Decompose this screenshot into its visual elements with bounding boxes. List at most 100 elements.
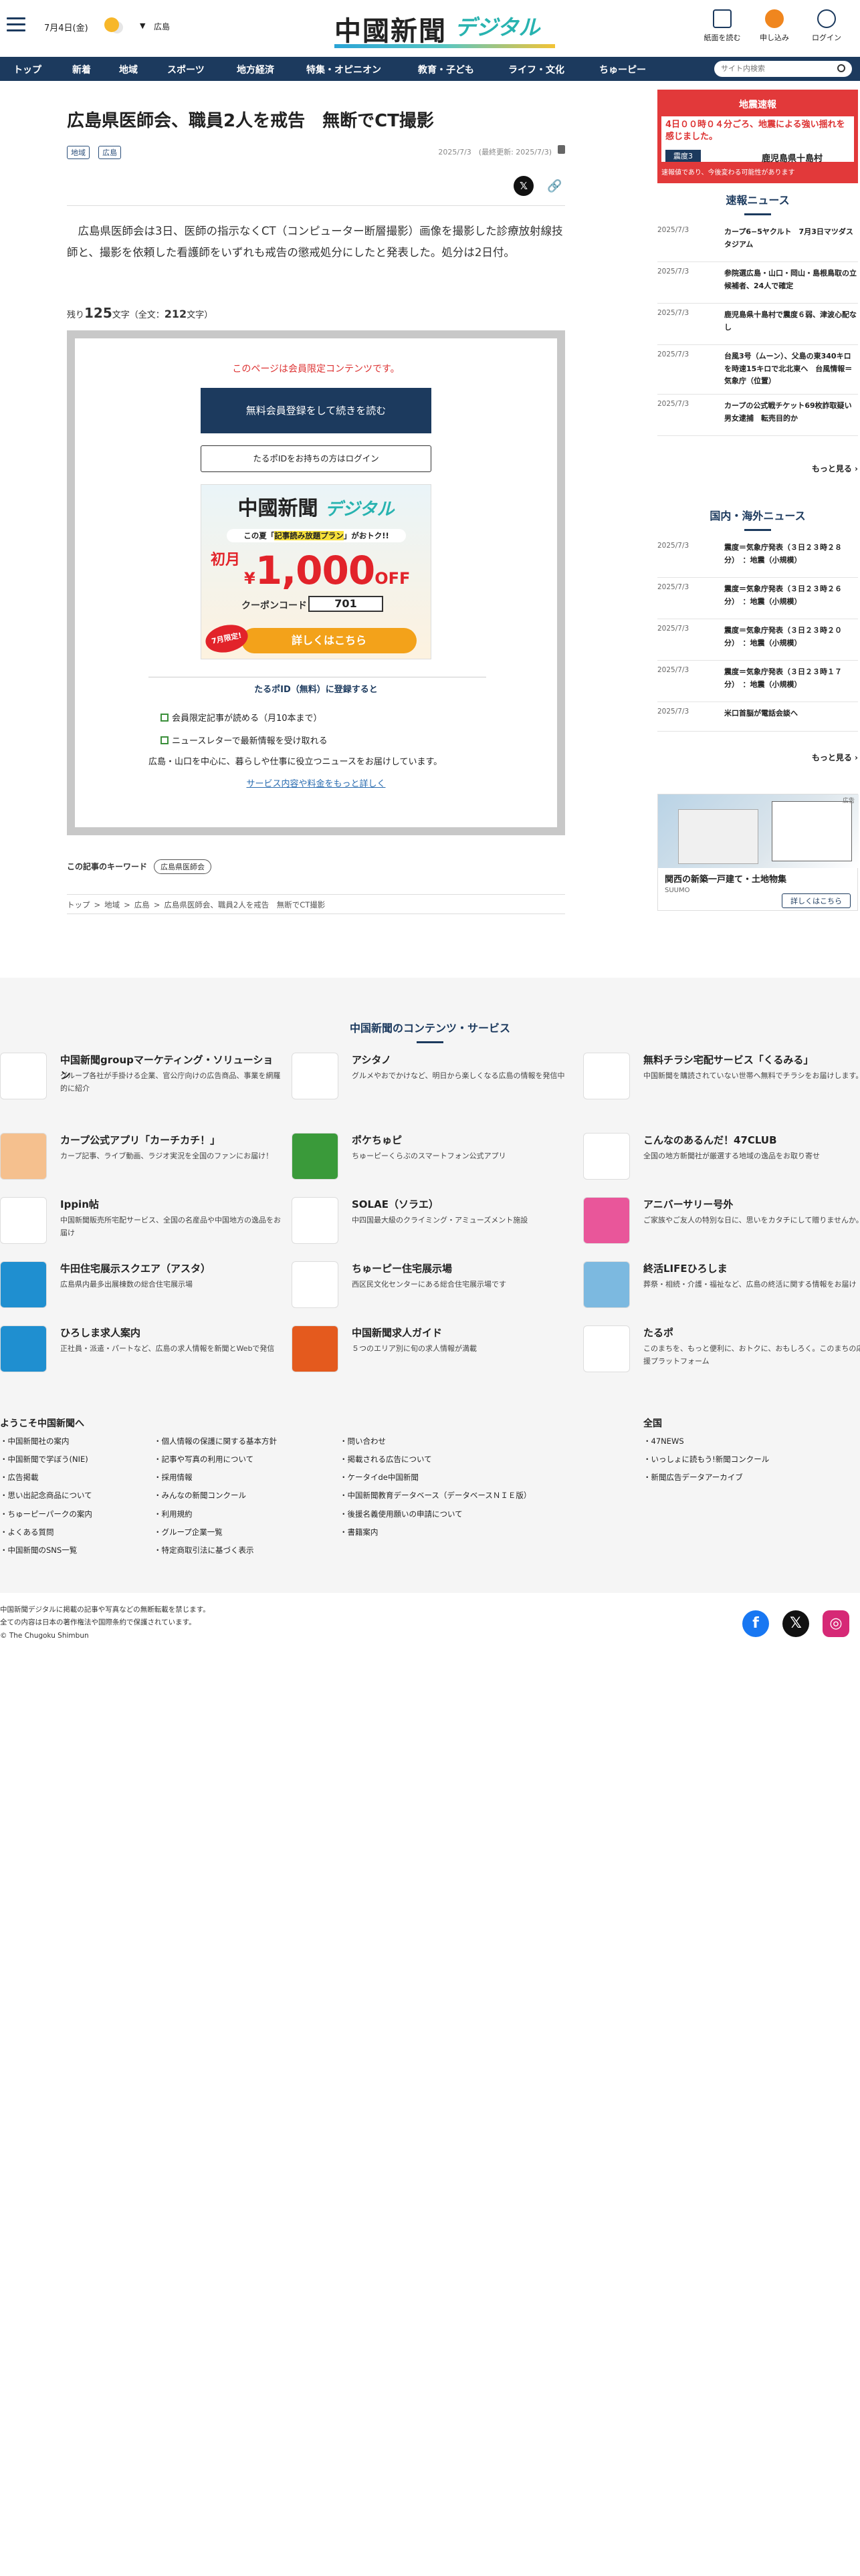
footer-link[interactable]: ・書籍案内: [340, 1523, 531, 1541]
copyright: 中国新聞デジタルに掲載の記事や写真などの無断転載を禁じます。 全ての内容は日本の…: [0, 1604, 210, 1642]
service-card[interactable]: 終活LIFEひろしま 葬祭・相続・介護・福祉など、広島の終活に関する情報をお届け: [583, 1261, 860, 1315]
news-item[interactable]: 2025/7/3 鹿児島県十島村で震度６弱、津波心配なし: [657, 304, 858, 345]
hamburger-menu-icon[interactable]: [7, 17, 25, 32]
service-card[interactable]: ポケちゅピ ちゅーピーくらぶのスマートフォン公式アプリ: [292, 1133, 572, 1186]
sidebar-ad[interactable]: 広告 関西の新築一戸建て・土地物集 SUUMO 詳しくはこちら: [657, 794, 859, 911]
footer-link[interactable]: ・後援名義使用願いの申請について: [340, 1505, 531, 1523]
x-icon[interactable]: 𝕏: [782, 1610, 809, 1637]
news-item[interactable]: 2025/7/3 震度＝気象庁発表（３日２３時２６分） ：地震（小規模）: [657, 578, 858, 619]
service-card[interactable]: 中国新聞求人ガイド ５つのエリア別に旬の求人情報が満載: [292, 1325, 572, 1379]
news-title: カープの公式戦チケット69枚詐取疑い 男女逮捕 転売目的か: [724, 401, 859, 423]
nav-item-opinion[interactable]: 特集・オピニオン: [306, 63, 381, 76]
nav-item-new[interactable]: 新着: [72, 63, 91, 76]
benefit-item: ニュースレターで最新情報を受け取れる: [160, 730, 328, 753]
nav-item-top[interactable]: トップ: [13, 63, 41, 76]
ad-detail-button[interactable]: 詳しくはこちら: [782, 893, 851, 908]
news-item[interactable]: 2025/7/3 米口首脳が電話会談へ: [657, 702, 858, 732]
services-heading: 中国新聞のコンテンツ・サービス: [0, 1019, 860, 1043]
footer-link[interactable]: ・グループ企業一覧: [154, 1523, 277, 1541]
nav-item-sports[interactable]: スポーツ: [167, 63, 205, 76]
footer-link[interactable]: ・掲載される広告について: [340, 1451, 531, 1469]
footer-link[interactable]: ・中国新聞で学ぼう(NIE): [0, 1451, 92, 1469]
taruppo-login-button[interactable]: たるポIDをお持ちの方はログイン: [201, 445, 431, 472]
earthquake-alert[interactable]: 地震速報 4日００時０４分ごろ、地震による強い揺れを感じました。 震度3 鹿児島…: [657, 90, 858, 183]
footer-link[interactable]: ・特定商取引法に基づく表示: [154, 1541, 277, 1560]
footer-link[interactable]: ・思い出記念商品について: [0, 1487, 92, 1505]
world-more-link[interactable]: もっと見る ›: [812, 752, 858, 763]
footer-link[interactable]: ・新聞広告データアーカイブ: [643, 1469, 769, 1487]
register-button[interactable]: 無料会員登録をして続きを読む: [201, 387, 431, 433]
keywords-label: この記事のキーワード: [67, 861, 148, 871]
service-card[interactable]: 牛田住宅展示スクエア（アスタ） 広島県内最多出展棟数の総合住宅展示場: [0, 1261, 281, 1315]
promo-logo-sub: デジタル: [324, 499, 395, 520]
footer-link[interactable]: ・記事や写真の利用について: [154, 1451, 277, 1469]
nav-item-chupy[interactable]: ちゅーピー: [599, 63, 646, 76]
footer-link[interactable]: ・広告掲載: [0, 1469, 92, 1487]
footer-link[interactable]: ・利用規約: [154, 1505, 277, 1523]
footer-link[interactable]: ・問い合わせ: [340, 1432, 531, 1451]
service-card[interactable]: 中国新聞groupマーケティング・ソリューション グループ各社が手掛ける企業、官公…: [0, 1053, 281, 1106]
breaking-heading-text: 速報ニュース: [726, 194, 790, 207]
news-item[interactable]: 2025/7/3 参院選広島・山口・岡山・島根鳥取の立候補者、24人で確定: [657, 262, 858, 304]
footer-link[interactable]: ・中国新聞教育データベース（データベースＮＩＥ版）: [340, 1487, 531, 1505]
footer-link[interactable]: ・いっしょに読もう!新聞コンクール: [643, 1451, 769, 1469]
login-button[interactable]: ログイン: [802, 9, 851, 43]
news-item[interactable]: 2025/7/3 カープの公式戦チケット69枚詐取疑い 男女逮捕 転売目的か: [657, 395, 859, 436]
service-card[interactable]: 無料チラシ宅配サービス「くるみる」 中国新聞を購読されていない世帯へ無料でチラシを…: [583, 1053, 860, 1106]
service-card[interactable]: ちゅーピー住宅展示場 西区民文化センターにある総合住宅展示場です: [292, 1261, 572, 1315]
service-card[interactable]: Ippin帖 中国新聞販売所宅配サービス、全国の名産品や中国地方の逸品をお届け: [0, 1197, 281, 1251]
footer-link[interactable]: ・ケータイde中国新聞: [340, 1469, 531, 1487]
read-paper-button[interactable]: 紙面を読む: [698, 9, 746, 43]
news-item[interactable]: 2025/7/3 震度＝気象庁発表（３日２３時２８分） ：地震（小規模）: [657, 536, 858, 578]
nav-item-region[interactable]: 地域: [119, 63, 138, 76]
service-card[interactable]: アシタノ グルメやおでかけなど、明日から楽しくなる広島の情報を発信中: [292, 1053, 572, 1106]
footer-link[interactable]: ・ちゅーピーパークの案内: [0, 1505, 92, 1523]
x-share-icon[interactable]: 𝕏: [514, 175, 534, 196]
service-card[interactable]: こんなのあるんだ！47CLUB 全国の地方新聞社が厳選する地域の逸品をお取り寄せ: [583, 1133, 860, 1186]
quake-box: 4日００時０４分ごろ、地震による強い揺れを感じました。 震度3 鹿児島県十島村: [661, 116, 854, 164]
site-logo[interactable]: 中國新聞 デジタル: [334, 7, 555, 48]
service-card[interactable]: アニバーサリー号外 ご家族やご友人の特別な日に、思いをカタチにして贈りませんか。: [583, 1197, 860, 1251]
service-card[interactable]: ひろしま求人案内 正社員・派遣・パートなど、広島の求人情報を新聞とWebで発信: [0, 1325, 281, 1379]
footer-link[interactable]: ・採用情報: [154, 1469, 277, 1487]
service-details-link[interactable]: サービス内容や料金をもっと詳しく: [75, 776, 557, 789]
footer-col-2: ・個人情報の保護に関する基本方針 ・記事や写真の利用について ・採用情報 ・みんなの新…: [154, 1432, 277, 1560]
promo-banner[interactable]: 中國新聞 デジタル この夏「記事読み放題プラン」がおトク!! 初月¥1,000O…: [201, 484, 431, 659]
news-item[interactable]: 2025/7/3 震度＝気象庁発表（３日２３時２０分） ：地震（小規模）: [657, 619, 858, 661]
service-card[interactable]: たるポ このまちを、もっと便利に、おトクに、おもしろく。このまちの応援プラットフォ…: [583, 1325, 860, 1379]
keyword-tag[interactable]: 広島県医師会: [154, 859, 212, 874]
nav-item-life[interactable]: ライフ・文化: [508, 63, 564, 76]
breadcrumb-top[interactable]: トップ: [67, 900, 90, 909]
news-item[interactable]: 2025/7/3 震度＝気象庁発表（３日２３時１７分） ：地震（小規模）: [657, 661, 858, 702]
breaking-more-link[interactable]: もっと見る ›: [812, 463, 858, 474]
news-item[interactable]: 2025/7/3 台風3号（ムーン）、父島の東340キロを時速15キロで北北東へ …: [657, 345, 858, 395]
nav-item-education[interactable]: 教育・子ども: [418, 63, 474, 76]
read-paper-label: 紙面を読む: [704, 33, 741, 42]
region-label[interactable]: 広島: [154, 21, 170, 32]
search-icon[interactable]: [837, 64, 845, 72]
news-item[interactable]: 2025/7/3 カープ6−5ヤクルト 7月3日マツダスタジアム: [657, 221, 858, 262]
copy-link-icon[interactable]: 🔗: [547, 179, 562, 194]
limited-badge: 7月限定!: [203, 621, 251, 657]
footer-link[interactable]: ・47NEWS: [643, 1432, 769, 1451]
signup-button[interactable]: 申し込み: [750, 9, 798, 43]
facebook-icon[interactable]: f: [742, 1610, 769, 1637]
footer-link[interactable]: ・中国新聞社の案内: [0, 1432, 92, 1451]
article-tag[interactable]: 地域: [67, 145, 90, 159]
services-heading-text: 中国新聞のコンテンツ・サービス: [349, 1022, 510, 1035]
footer-link[interactable]: ・みんなの新聞コンクール: [154, 1487, 277, 1505]
breadcrumb-hiroshima[interactable]: 広島: [134, 900, 150, 909]
instagram-icon[interactable]: ◎: [823, 1610, 849, 1637]
nav-item-economy[interactable]: 地方経済: [237, 63, 274, 76]
promo-detail-button[interactable]: 詳しくはこちら: [241, 627, 417, 653]
service-card[interactable]: カープ公式アプリ「カーチカチ！」 カープ記事、ライブ動画、ラジオ実況を全国のファン…: [0, 1133, 281, 1186]
breaking-news-heading: 速報ニュース: [657, 191, 858, 215]
article-tag[interactable]: 広島: [98, 145, 122, 159]
search-input[interactable]: [721, 62, 828, 76]
footer-link[interactable]: ・中国新聞のSNS一覧: [0, 1541, 92, 1560]
service-card[interactable]: SOLAE（ソラエ） 中四国最大級のクライミング・アミューズメント施設: [292, 1197, 572, 1251]
region-dropdown-icon[interactable]: ▼: [140, 21, 145, 30]
footer-link[interactable]: ・よくある質問: [0, 1523, 92, 1541]
breadcrumb-region[interactable]: 地域: [104, 900, 120, 909]
footer-link[interactable]: ・個人情報の保護に関する基本方針: [154, 1432, 277, 1451]
